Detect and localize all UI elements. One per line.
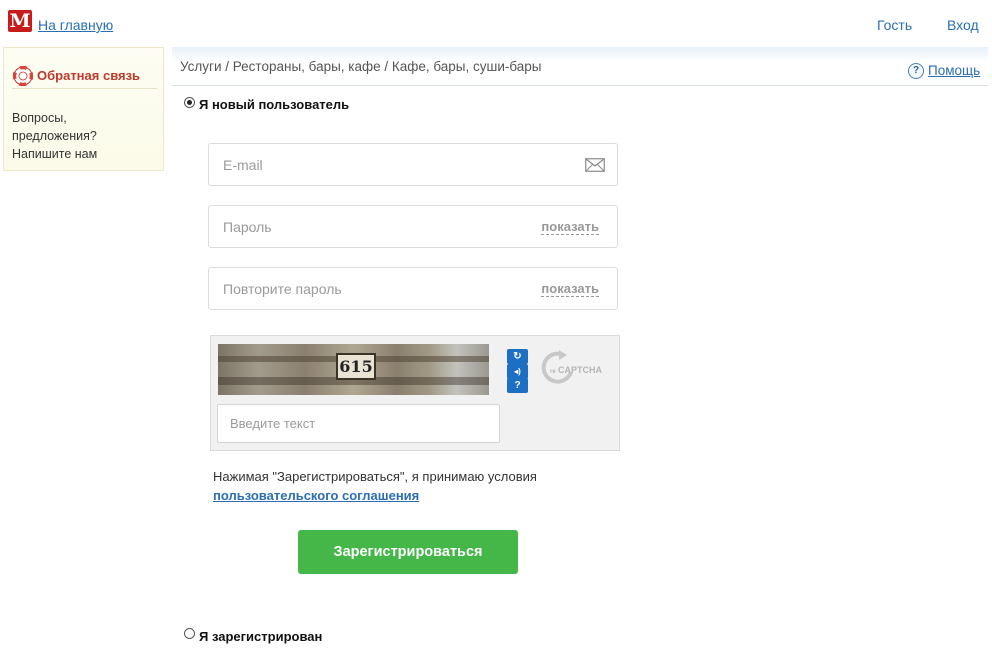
feedback-title: Обратная связь [37, 68, 141, 83]
email-input[interactable] [209, 144, 617, 185]
svg-text:re: re [550, 369, 556, 375]
feedback-header[interactable]: Обратная связь [12, 66, 157, 89]
breadcrumb: Услуги / Рестораны, бары, кафе / Кафе, б… [180, 59, 542, 74]
password-field[interactable]: показать [208, 205, 618, 248]
feedback-text-line: Вопросы, [12, 111, 67, 125]
site-logo[interactable]: M [8, 10, 32, 32]
captcha-input[interactable] [218, 405, 499, 442]
show-repeat-password-button[interactable]: показать [541, 282, 599, 297]
captcha-help-button[interactable]: ? [507, 378, 528, 393]
lifebuoy-icon [13, 66, 33, 86]
help-icon[interactable]: ? [908, 63, 924, 79]
show-password-button[interactable]: показать [541, 220, 599, 235]
captcha-widget: 615 ↻ ◂) ? re CAPTCHA [210, 335, 620, 451]
recaptcha-logo-icon: re CAPTCHA [541, 350, 602, 384]
repeat-password-field[interactable]: показать [208, 267, 618, 310]
captcha-image: 615 [218, 344, 489, 395]
feedback-text-line: Напишите нам [12, 147, 98, 161]
email-field[interactable] [208, 143, 618, 186]
captcha-image-text: 615 [336, 353, 376, 380]
register-button[interactable]: Зарегистрироваться [298, 530, 518, 574]
new-user-label[interactable]: Я новый пользователь [199, 97, 349, 112]
feedback-text-line: предложения? [12, 129, 97, 143]
terms-text-line: Нажимая "Зарегистрироваться", я принимаю… [213, 469, 537, 484]
feedback-sidebar: Обратная связь Вопросы, предложения? Нап… [3, 47, 164, 171]
guest-label: Гость [877, 17, 913, 33]
home-link[interactable]: На главную [38, 17, 113, 33]
registered-user-radio[interactable] [184, 628, 195, 639]
envelope-icon [585, 158, 605, 172]
page-header: Услуги / Рестораны, бары, кафе / Кафе, б… [172, 47, 988, 86]
login-link[interactable]: Вход [947, 17, 979, 33]
help-link[interactable]: Помощь [928, 63, 980, 78]
captcha-field[interactable] [217, 404, 500, 443]
terms-link[interactable]: пользовательского соглашения [213, 488, 419, 503]
svg-text:CAPTCHA: CAPTCHA [558, 365, 602, 375]
captcha-audio-button[interactable]: ◂) [507, 364, 528, 379]
registered-user-label[interactable]: Я зарегистрирован [199, 629, 322, 644]
captcha-refresh-button[interactable]: ↻ [507, 349, 528, 364]
terms-text: Нажимая "Зарегистрироваться", я принимаю… [213, 467, 537, 505]
new-user-radio[interactable] [184, 97, 195, 108]
feedback-text[interactable]: Вопросы, предложения? Напишите нам [12, 109, 162, 163]
